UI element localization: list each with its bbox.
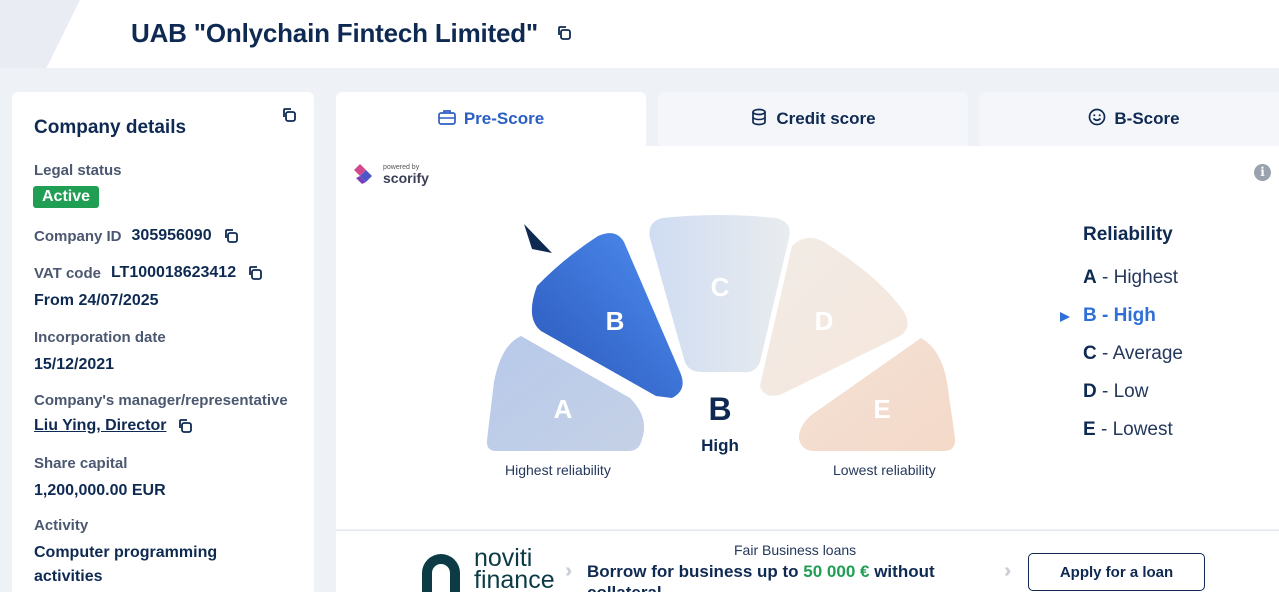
copy-icon[interactable] xyxy=(176,417,194,435)
noviti-brand: noviti finance xyxy=(474,546,555,592)
score-letter: B xyxy=(708,391,732,427)
reliability-text: - Average xyxy=(1096,343,1183,364)
noviti-logo-icon xyxy=(422,554,460,592)
apply-loan-button[interactable]: Apply for a loan xyxy=(1028,553,1205,591)
reliability-text: - Lowest xyxy=(1095,419,1173,440)
reliability-letter: E xyxy=(1083,419,1096,440)
chevrons-icon: ›› xyxy=(565,560,574,582)
loan-banner: noviti finance ›› Fair Business loans Bo… xyxy=(336,530,1279,592)
vat-value: LT100018623412 xyxy=(110,264,237,281)
activity-label: Activity xyxy=(34,517,89,534)
banner-text-part: Borrow for business up to xyxy=(587,562,804,581)
vat-row: VAT code LT100018623412 xyxy=(34,264,264,282)
briefcase-icon xyxy=(437,109,456,130)
highest-reliability-caption: Highest reliability xyxy=(505,462,611,478)
reliability-gauge: A B C D E xyxy=(486,215,956,451)
reliability-item-d: D - Low xyxy=(1083,381,1148,403)
tab-label: B-Score xyxy=(1114,109,1180,128)
company-title: UAB "Onlychain Fintech Limited" xyxy=(131,18,539,48)
reliability-letter: C xyxy=(1083,343,1097,364)
smiley-icon xyxy=(1088,108,1106,131)
banner-title: Fair Business loans xyxy=(734,542,857,558)
reliability-text: - Low xyxy=(1096,381,1149,402)
gauge-pointer-arrow xyxy=(524,224,552,253)
lowest-reliability-caption: Lowest reliability xyxy=(833,462,936,478)
company-details-heading: Company details xyxy=(34,117,187,138)
reliability-item-c: C - Average xyxy=(1083,343,1183,365)
banner-text: Borrow for business up to 50 000 € witho… xyxy=(587,561,967,592)
reliability-text: - High xyxy=(1096,305,1156,326)
company-details-panel: Company details Legal status Active Comp… xyxy=(12,92,314,592)
copy-icon[interactable] xyxy=(222,227,240,245)
gauge-letter-e: E xyxy=(873,394,890,424)
tab-pre-score[interactable]: Pre-Score xyxy=(336,92,646,146)
reliability-item-a: A - Highest xyxy=(1083,267,1178,289)
banner-amount: 50 000 € xyxy=(803,562,870,581)
legal-status-label: Legal status xyxy=(34,162,122,179)
company-id-label: Company ID xyxy=(34,227,122,245)
reliability-letter: D xyxy=(1083,381,1097,402)
share-capital-label: Share capital xyxy=(34,455,128,472)
activity-value-line1: Computer programming xyxy=(34,544,218,561)
company-id-row: Company ID 305956090 xyxy=(34,227,240,245)
copy-icon[interactable] xyxy=(246,264,264,282)
reliability-letter: A xyxy=(1083,267,1097,288)
pre-score-panel: powered by scorify i A B C D E B High Hi xyxy=(336,146,1279,529)
tab-label: Pre-Score xyxy=(463,109,545,128)
gauge-letter-b: B xyxy=(606,306,625,336)
gauge-letter-d: D xyxy=(815,306,834,336)
share-capital-value: 1,200,000.00 EUR xyxy=(34,482,166,499)
tab-credit-score[interactable]: Credit score xyxy=(658,92,968,146)
copy-icon[interactable] xyxy=(280,106,298,124)
reliability-item-e: E - Lowest xyxy=(1083,419,1173,441)
coins-icon xyxy=(750,108,768,131)
manager-link[interactable]: Liu Ying, Director xyxy=(34,417,166,435)
score-word: High xyxy=(701,436,739,455)
header-decoration xyxy=(0,0,80,68)
gauge-letter-c: C xyxy=(711,272,730,302)
company-id-value: 305956090 xyxy=(131,227,212,244)
gauge-letter-a: A xyxy=(554,394,573,424)
reliability-title: Reliability xyxy=(1083,224,1173,245)
manager-row: Liu Ying, Director xyxy=(34,417,194,435)
activity-value-line2: activities xyxy=(34,568,103,585)
vat-from-date: From 24/07/2025 xyxy=(34,292,159,309)
vat-label: VAT code xyxy=(34,264,101,282)
page-header: UAB "Onlychain Fintech Limited" xyxy=(0,0,1279,68)
incorporation-date-label: Incorporation date xyxy=(34,329,166,346)
reliability-text: - Highest xyxy=(1096,267,1179,288)
incorporation-date-value: 15/12/2021 xyxy=(34,356,115,373)
tab-b-score[interactable]: B-Score xyxy=(979,92,1279,146)
copy-icon[interactable] xyxy=(555,24,573,42)
brand-line: finance xyxy=(474,566,555,592)
selected-arrow-icon xyxy=(1060,312,1070,322)
chevrons-icon: ›› xyxy=(1004,560,1013,582)
reliability-item-b: B - High xyxy=(1083,305,1156,327)
reliability-letter: B xyxy=(1083,305,1097,326)
status-badge: Active xyxy=(33,186,100,208)
tab-label: Credit score xyxy=(776,109,876,128)
manager-label: Company's manager/representative xyxy=(34,392,288,409)
